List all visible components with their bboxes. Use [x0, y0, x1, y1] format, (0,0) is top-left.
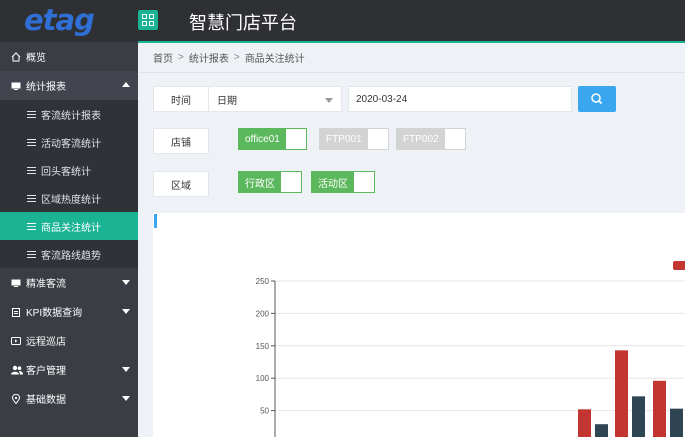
search-button[interactable]	[578, 86, 616, 112]
list-icon	[27, 250, 36, 258]
sidebar-item-remote-patrol[interactable]: 远程巡店	[0, 326, 138, 355]
chart-title-accent	[154, 214, 157, 228]
sidebar-item-kpi[interactable]: KPI数据查询	[0, 297, 138, 326]
sidebar-item-precise-traffic[interactable]: 精准客流	[0, 268, 138, 297]
toggle-label: office01	[239, 129, 286, 149]
search-icon	[591, 93, 603, 105]
sidebar-subitem-label: 区域热度统计	[41, 194, 101, 206]
bar	[632, 396, 645, 437]
sidebar-subitem-label: 客流统计报表	[41, 110, 101, 122]
location-icon	[11, 393, 21, 404]
sidebar-item-base-data[interactable]: 基础数据	[0, 384, 138, 413]
breadcrumb-separator: >	[178, 52, 184, 63]
sidebar-item-reports[interactable]: 统计报表	[0, 71, 138, 100]
list-icon	[27, 194, 36, 202]
legend-swatch	[673, 261, 685, 270]
sidebar-item-label: 精准客流	[26, 279, 66, 290]
sidebar-subitem-label: 活动客流统计	[41, 138, 101, 150]
chart-icon	[11, 278, 21, 288]
y-tick-label: 100	[256, 374, 270, 383]
breadcrumb-separator: >	[233, 52, 240, 63]
sidebar-subitem-product-attention[interactable]: 商品关注统计	[0, 212, 138, 240]
time-type-value: 日期	[217, 95, 237, 107]
area-label: 区域	[153, 171, 209, 197]
list-icon	[27, 138, 36, 146]
toggle-knob	[367, 129, 388, 149]
chevron-down-icon	[122, 280, 130, 285]
date-value: 2020-03-24	[356, 93, 408, 105]
chevron-down-icon	[122, 367, 130, 372]
store-toggle-office01[interactable]: office01	[238, 128, 307, 150]
list-icon	[27, 222, 36, 230]
sidebar-item-label: 客户管理	[26, 366, 66, 377]
y-tick-label: 200	[256, 309, 270, 318]
bar	[578, 409, 591, 437]
y-tick-label: 50	[260, 407, 269, 416]
area-toggle-admin[interactable]: 行政区	[238, 171, 302, 193]
breadcrumb-current: 商品关注统计	[244, 54, 305, 65]
home-icon	[11, 51, 21, 62]
breadcrumb-home[interactable]: 首页	[153, 50, 173, 65]
toggle-knob	[285, 129, 306, 149]
list-icon	[27, 110, 36, 118]
toggle-label: FTP002	[397, 129, 445, 149]
chevron-down-icon	[325, 98, 333, 103]
bar	[615, 350, 628, 437]
top-header: etag 智慧门店平台	[0, 0, 685, 42]
y-tick-label: 250	[256, 277, 270, 286]
sidebar: 概览 统计报表 客流统计报表 活动客流统计 回头客统计 区域热度统计 商品关注统…	[0, 42, 138, 437]
monitor-icon	[11, 336, 21, 346]
sidebar-subitem-heat[interactable]: 区域热度统计	[0, 184, 138, 212]
sidebar-item-label: 概览	[26, 53, 46, 64]
sidebar-subitem-label: 商品关注统计	[41, 222, 101, 234]
time-type-select[interactable]: 日期	[208, 86, 342, 112]
breadcrumb-reports[interactable]: 统计报表	[189, 50, 229, 65]
toggle-label: FTP001	[320, 129, 368, 149]
date-input[interactable]: 2020-03-24	[348, 86, 572, 112]
toggle-knob	[281, 172, 301, 192]
store-toggle-ftp001[interactable]: FTP001	[319, 128, 389, 150]
list-icon	[27, 166, 36, 174]
toggle-knob	[354, 172, 374, 192]
time-label: 时间	[153, 86, 209, 112]
app-logo[interactable]: etag	[24, 3, 95, 37]
menu-toggle-icon[interactable]	[138, 10, 158, 30]
store-toggle-ftp002[interactable]: FTP002	[396, 128, 466, 150]
sidebar-item-label: KPI数据查询	[26, 308, 83, 319]
toggle-label: 行政区	[239, 172, 281, 192]
app-title: 智慧门店平台	[189, 13, 297, 34]
sidebar-item-overview[interactable]: 概览	[0, 42, 138, 71]
y-tick-label: 150	[256, 342, 270, 351]
sidebar-subitem-returning[interactable]: 回头客统计	[0, 156, 138, 184]
chart-panel: 50 100 150 200 250	[153, 213, 685, 437]
sidebar-subitem-label: 回头客统计	[41, 166, 91, 178]
sidebar-subitem-route-trend[interactable]: 客流路线趋势	[0, 240, 138, 268]
bar	[653, 380, 666, 437]
sidebar-item-label: 远程巡店	[26, 337, 66, 348]
chevron-down-icon	[122, 396, 130, 401]
chart-icon	[11, 81, 21, 91]
sidebar-item-label: 统计报表	[26, 82, 66, 93]
chevron-up-icon	[122, 82, 130, 87]
area-toggle-activity[interactable]: 活动区	[311, 171, 375, 193]
bar-chart: 50 100 150 200 250	[256, 261, 685, 437]
store-label: 店铺	[153, 128, 209, 154]
sidebar-subitem-activity-traffic[interactable]: 活动客流统计	[0, 128, 138, 156]
toggle-label: 活动区	[312, 172, 354, 192]
users-icon	[11, 365, 23, 375]
bar	[595, 424, 608, 437]
chevron-down-icon	[122, 309, 130, 314]
breadcrumb: 首页 > 统计报表 > 商品关注统计	[138, 43, 685, 73]
clipboard-icon	[11, 307, 21, 317]
sidebar-item-customers[interactable]: 客户管理	[0, 355, 138, 384]
sidebar-subitem-traffic-report[interactable]: 客流统计报表	[0, 100, 138, 128]
bar	[670, 408, 683, 437]
toggle-knob	[444, 129, 465, 149]
sidebar-subitem-label: 客流路线趋势	[41, 250, 101, 262]
sidebar-item-label: 基础数据	[26, 395, 66, 406]
